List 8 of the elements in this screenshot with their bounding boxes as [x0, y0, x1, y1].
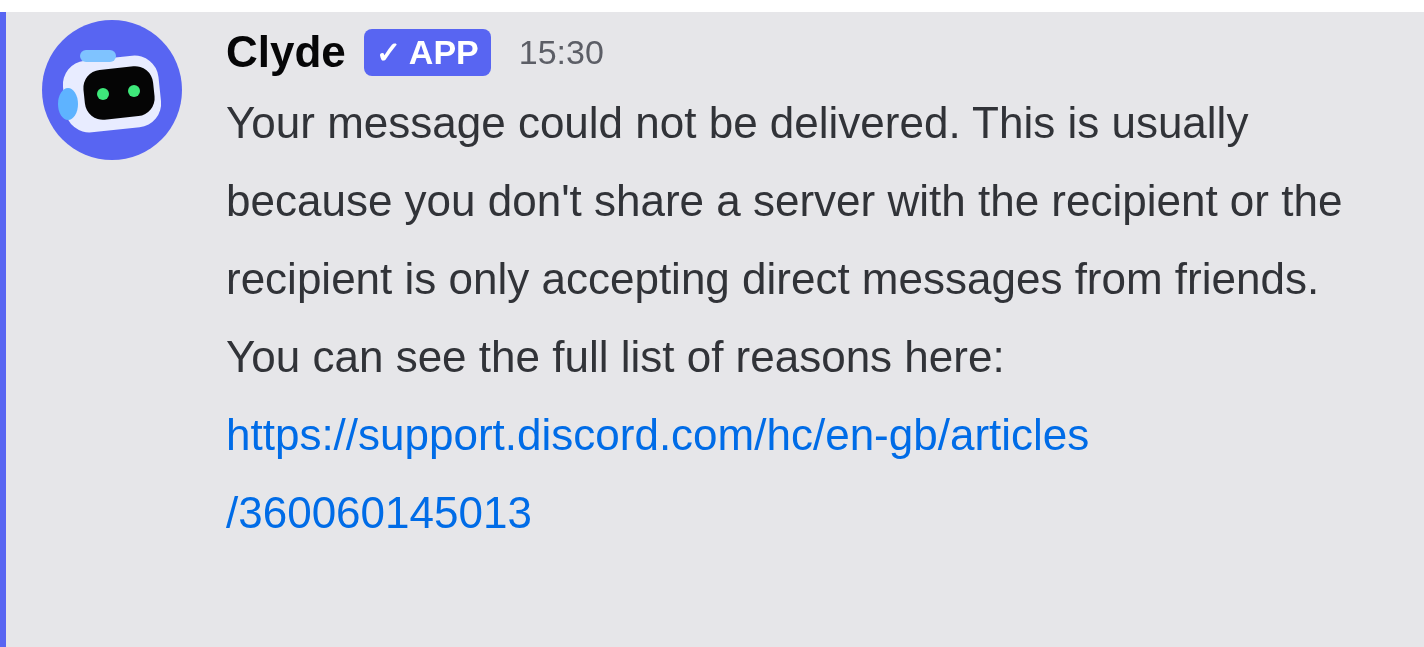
badge-label: APP — [408, 32, 479, 72]
support-link[interactable]: https://support.discord.com/hc/en-gb/articles — [226, 396, 1090, 474]
check-icon: ✓ — [375, 34, 401, 70]
timestamp: 15:30 — [518, 32, 604, 72]
support-link[interactable]: /360060145013 — [226, 474, 532, 552]
robot-avatar-icon[interactable] — [42, 20, 182, 160]
author-name[interactable]: Clyde — [226, 27, 346, 77]
message-text: Your message could not be delivered. This is usually because you don't share a server with the recipient or the recipient is only accepting direct messages from friends. You can see the full list of reasons here: — [226, 97, 1344, 383]
